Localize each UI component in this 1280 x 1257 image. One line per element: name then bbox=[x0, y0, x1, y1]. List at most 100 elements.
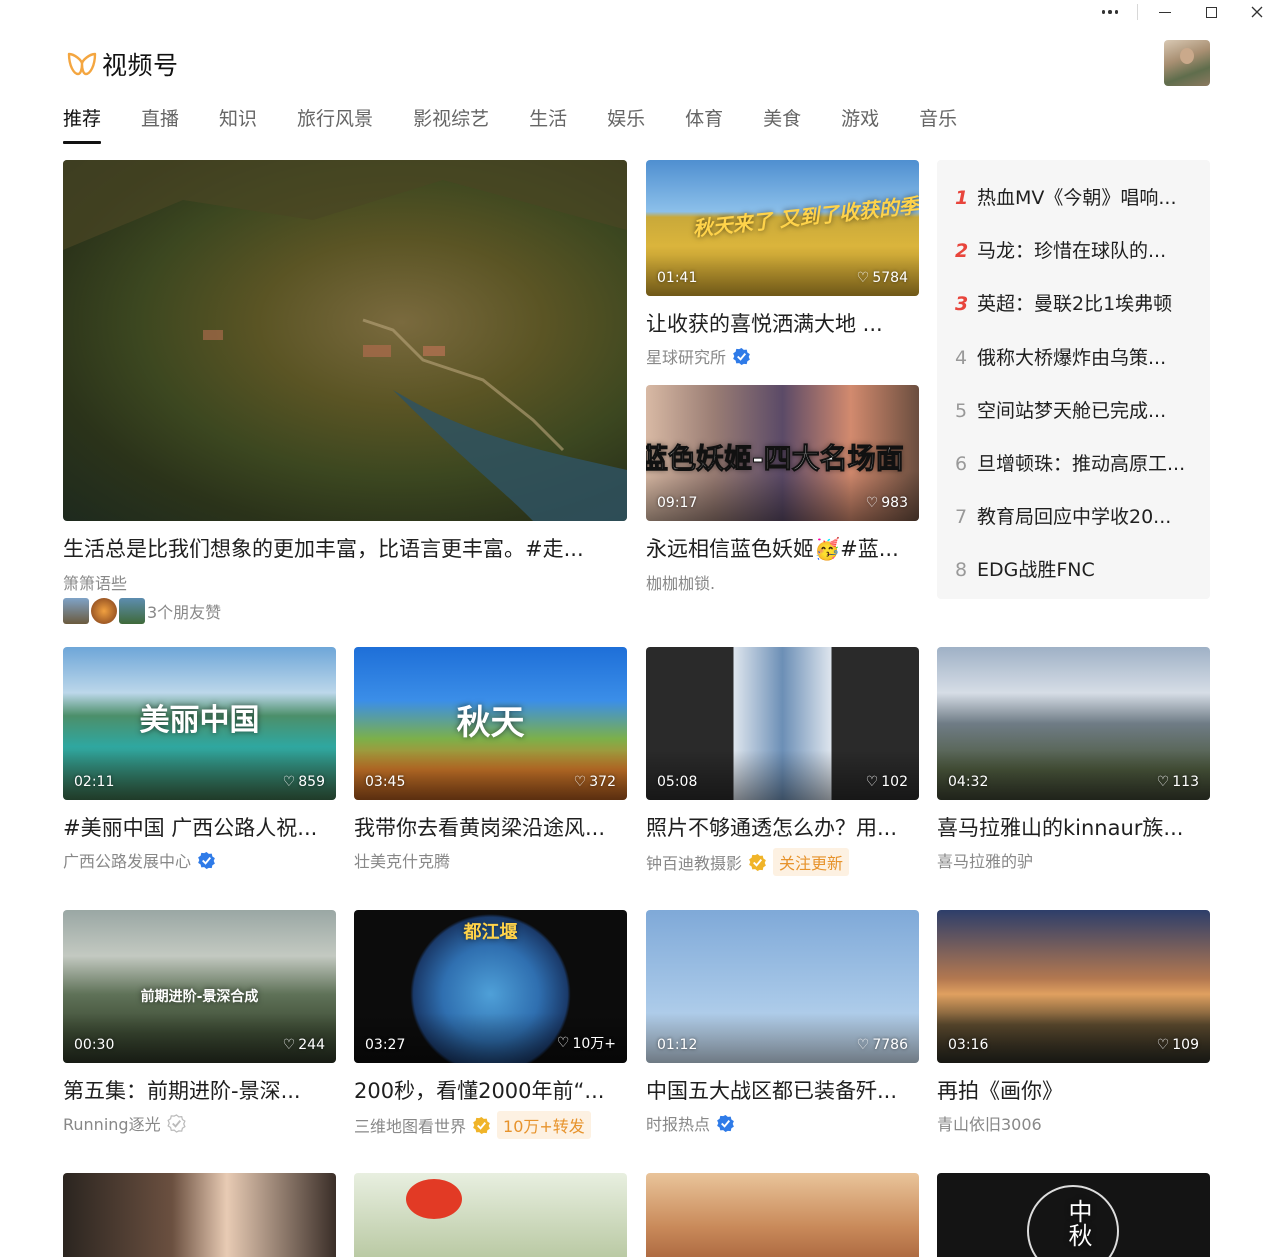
video-title[interactable]: 让收获的喜悦洒满大地 ... bbox=[646, 308, 919, 338]
video-title[interactable]: #美丽中国 广西公路人祝... bbox=[63, 812, 336, 842]
heart-icon: ♡ bbox=[1156, 774, 1170, 790]
video-thumbnail[interactable]: 中秋 bbox=[937, 1173, 1210, 1257]
trending-item[interactable]: 7 教育局回应中学收20... bbox=[955, 502, 1171, 529]
video-title[interactable]: 中国五大战区都已装备歼... bbox=[646, 1075, 919, 1105]
heart-icon: ♡ bbox=[556, 1035, 570, 1051]
video-duration: 02:11 bbox=[74, 774, 115, 790]
trending-item[interactable]: 4 俄称大桥爆炸由乌策... bbox=[955, 343, 1166, 370]
more-options-button[interactable] bbox=[1087, 0, 1133, 24]
tab-9[interactable]: 游戏 bbox=[841, 104, 879, 142]
heart-icon: ♡ bbox=[865, 774, 879, 790]
trending-rank: 5 bbox=[955, 399, 968, 422]
trending-item[interactable]: 3 英超：曼联2比1埃弗顿 bbox=[955, 289, 1172, 316]
video-likes: ♡ 244 bbox=[282, 1037, 325, 1053]
video-author[interactable]: Running逐光 bbox=[63, 1111, 186, 1135]
video-thumbnail[interactable]: 秋天 03:45 ♡ 372 bbox=[354, 647, 627, 800]
video-author[interactable]: 壮美克什克腾 bbox=[354, 848, 450, 872]
thumbnail-overlay-text: 美丽中国 bbox=[139, 703, 260, 738]
trending-item[interactable]: 6 旦增顿珠：推动高原工... bbox=[955, 449, 1185, 476]
video-author[interactable]: 喜马拉雅的驴 bbox=[937, 848, 1033, 872]
trending-text: 俄称大桥爆炸由乌策... bbox=[977, 346, 1167, 369]
video-title[interactable]: 喜马拉雅山的kinnaur族... bbox=[937, 812, 1210, 842]
minimize-button[interactable] bbox=[1142, 0, 1188, 24]
video-author[interactable]: 枷枷枷锁. bbox=[646, 570, 715, 594]
trending-item[interactable]: 8 EDG战胜FNC bbox=[955, 555, 1095, 582]
featured-video-author[interactable]: 箫箫语些 bbox=[63, 570, 127, 594]
video-title[interactable]: 第五集：前期进阶-景深... bbox=[63, 1075, 336, 1105]
video-title[interactable]: 照片不够通透怎么办？用... bbox=[646, 812, 919, 842]
trending-text: 马龙：珍惜在球队的... bbox=[977, 240, 1167, 263]
promo-badge: 关注更新 bbox=[773, 848, 850, 876]
video-duration: 01:41 bbox=[657, 270, 698, 286]
video-thumbnail[interactable]: 蓝色妖姬-四大名场面 09:17 ♡ 983 bbox=[646, 385, 919, 521]
trending-text: 教育局回应中学收20... bbox=[977, 506, 1172, 529]
lantern-icon bbox=[406, 1179, 462, 1219]
video-likes: ♡ 113 bbox=[1156, 774, 1199, 790]
category-tabs: 推荐 直播 知识 旅行风景 影视综艺 生活 娱乐 体育 美食 游戏 音乐 bbox=[63, 104, 997, 144]
video-thumbnail[interactable] bbox=[354, 1173, 627, 1257]
user-avatar[interactable] bbox=[1164, 40, 1210, 86]
featured-video-title[interactable]: 生活总是比我们想象的更加丰富，比语言更丰富。#走... bbox=[63, 533, 627, 563]
video-title[interactable]: 再拍《画你》 bbox=[937, 1075, 1210, 1105]
video-title[interactable]: 我带你去看黄岗梁沿途风... bbox=[354, 812, 627, 842]
tab-10[interactable]: 音乐 bbox=[919, 104, 957, 142]
tab-7[interactable]: 体育 bbox=[685, 104, 723, 142]
tab-6[interactable]: 娱乐 bbox=[607, 104, 645, 142]
trending-item[interactable]: 5 空间站梦天舱已完成... bbox=[955, 396, 1166, 423]
video-thumbnail[interactable]: 美丽中国 02:11 ♡ 859 bbox=[63, 647, 336, 800]
featured-video-thumbnail[interactable] bbox=[63, 160, 627, 521]
tab-8[interactable]: 美食 bbox=[763, 104, 801, 142]
trending-text: EDG战胜FNC bbox=[977, 559, 1095, 582]
video-author[interactable]: 星球研究所 bbox=[646, 344, 751, 368]
video-thumbnail[interactable]: 前期进阶-景深合成 00:30 ♡ 244 bbox=[63, 910, 336, 1063]
close-button[interactable] bbox=[1234, 0, 1280, 24]
trending-rank: 6 bbox=[955, 453, 968, 475]
video-likes: ♡ 109 bbox=[1156, 1037, 1199, 1053]
thumbnail-overlay-text: 中秋 bbox=[1064, 1199, 1092, 1247]
video-author[interactable]: 时报热点 bbox=[646, 1111, 735, 1135]
video-likes: ♡ 859 bbox=[282, 774, 325, 790]
video-author[interactable]: 三维地图看世界 10万+转发 bbox=[354, 1111, 591, 1139]
mountain-scene bbox=[63, 160, 627, 521]
friend-avatar bbox=[119, 598, 145, 624]
tab-3[interactable]: 旅行风景 bbox=[297, 104, 373, 142]
video-likes: ♡ 372 bbox=[573, 774, 616, 790]
trending-text: 空间站梦天舱已完成... bbox=[977, 399, 1167, 422]
video-likes: ♡ 10万+ bbox=[556, 1035, 616, 1052]
video-author[interactable]: 广西公路发展中心 bbox=[63, 848, 216, 872]
video-likes: ♡ 7786 bbox=[856, 1037, 908, 1053]
trending-rank: 7 bbox=[955, 506, 968, 529]
video-thumbnail[interactable]: 05:08 ♡ 102 bbox=[646, 647, 919, 800]
tab-1[interactable]: 直播 bbox=[141, 104, 179, 142]
maximize-button[interactable] bbox=[1188, 0, 1234, 24]
trending-rank: 8 bbox=[955, 559, 968, 582]
trending-item[interactable]: 1 热血MV《今朝》唱响... bbox=[955, 183, 1177, 210]
video-thumbnail[interactable]: 01:12 ♡ 7786 bbox=[646, 910, 919, 1063]
video-thumbnail[interactable]: 03:16 ♡ 109 bbox=[937, 910, 1210, 1063]
trending-item[interactable]: 2 马龙：珍惜在球队的... bbox=[955, 236, 1166, 263]
more-icon bbox=[1101, 10, 1119, 14]
video-author[interactable]: 青山依旧3006 bbox=[937, 1111, 1042, 1135]
video-thumbnail[interactable] bbox=[646, 1173, 919, 1257]
tab-4[interactable]: 影视综艺 bbox=[413, 104, 489, 142]
video-thumbnail[interactable] bbox=[63, 1173, 336, 1257]
video-duration: 04:32 bbox=[948, 774, 989, 790]
tab-2[interactable]: 知识 bbox=[219, 104, 257, 142]
divider bbox=[1137, 4, 1138, 20]
trending-rank: 1 bbox=[955, 187, 969, 209]
video-title[interactable]: 200秒，看懂2000年前“... bbox=[354, 1075, 627, 1105]
verified-icon bbox=[473, 1116, 490, 1134]
video-author[interactable]: 钟百迪教摄影 关注更新 bbox=[646, 848, 850, 876]
trending-list: 1 热血MV《今朝》唱响... 2 马龙：珍惜在球队的... 3 英超：曼联2比1埃弗顿 4… bbox=[937, 160, 1210, 599]
trending-text: 英超：曼联2比1埃弗顿 bbox=[977, 293, 1173, 316]
video-thumbnail[interactable]: 04:32 ♡ 113 bbox=[937, 647, 1210, 800]
video-duration: 01:12 bbox=[657, 1037, 698, 1053]
tab-0[interactable]: 推荐 bbox=[63, 104, 102, 144]
verified-icon bbox=[198, 851, 215, 869]
video-thumbnail[interactable]: 秋天来了 又到了收获的季节 01:41 ♡ 5784 bbox=[646, 160, 919, 296]
verified-icon bbox=[733, 347, 750, 365]
tab-5[interactable]: 生活 bbox=[529, 104, 567, 142]
window-controls bbox=[1087, 0, 1280, 24]
video-thumbnail[interactable]: 都江堰 03:27 ♡ 10万+ bbox=[354, 910, 627, 1063]
video-title[interactable]: 永远相信蓝色妖姬🥳#蓝... bbox=[646, 533, 919, 563]
